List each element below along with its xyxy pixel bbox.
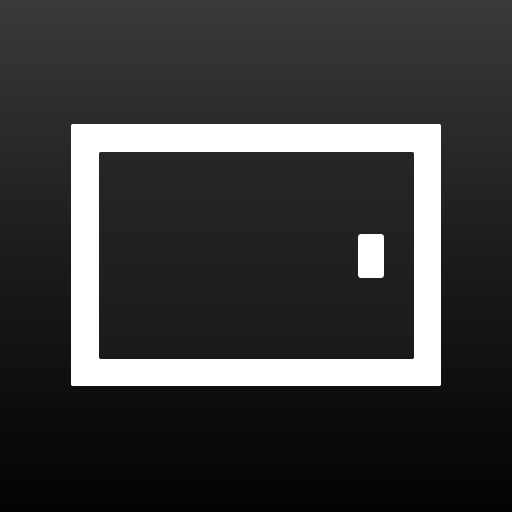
window-frame-icon (71, 124, 441, 386)
pip-window-icon (358, 234, 384, 278)
app-icon-background (0, 0, 512, 512)
pip-window-fill (363, 239, 379, 273)
